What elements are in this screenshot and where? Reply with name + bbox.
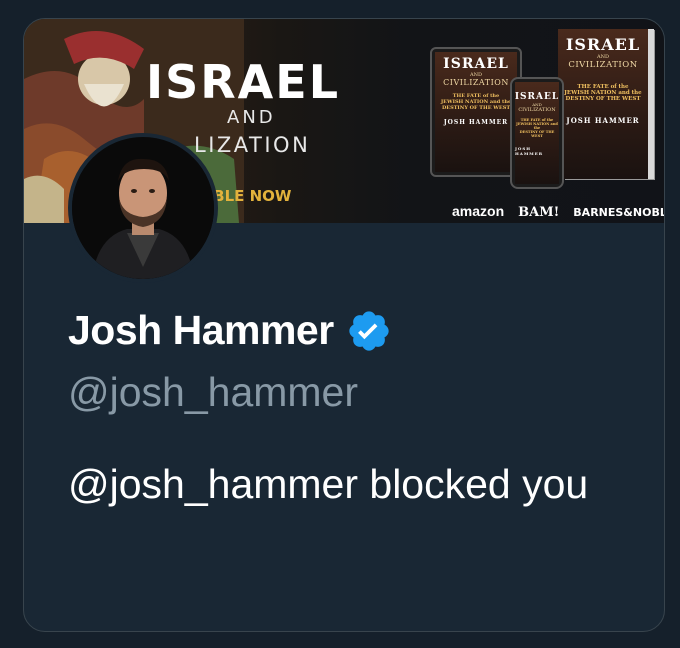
profile-card: ISRAEL AND LIZATION LABLE NOW ISRAEL AND…: [23, 18, 665, 632]
avatar[interactable]: [68, 133, 218, 283]
banner-and: AND: [227, 107, 276, 128]
barnes-noble-logo: BARNES&NOBLE: [573, 206, 665, 219]
banner-civilization: LIZATION: [194, 133, 311, 157]
hardcover-book-image: ISRAEL AND CIVILIZATION THE FATE of the …: [558, 29, 648, 179]
tablet-book-image: ISRAEL AND CIVILIZATION THE FATE of the …: [430, 47, 522, 177]
profile-name-row: Josh Hammer: [68, 307, 392, 354]
profile-handle: @josh_hammer: [68, 369, 359, 415]
display-name: Josh Hammer: [68, 307, 334, 353]
bam-logo: BAM!: [518, 205, 560, 220]
phone-book-image: ISRAEL AND CIVILIZATION THE FATE of the …: [510, 77, 564, 189]
avatar-photo: [72, 137, 214, 279]
amazon-logo: amazon: [452, 203, 505, 219]
blocked-message: @josh_hammer blocked you: [68, 461, 589, 507]
verified-badge-icon: [349, 310, 389, 351]
banner-title: ISRAEL: [146, 55, 341, 109]
retailer-logos: amazon BAM! BARNES&NOBLE: [452, 203, 665, 220]
